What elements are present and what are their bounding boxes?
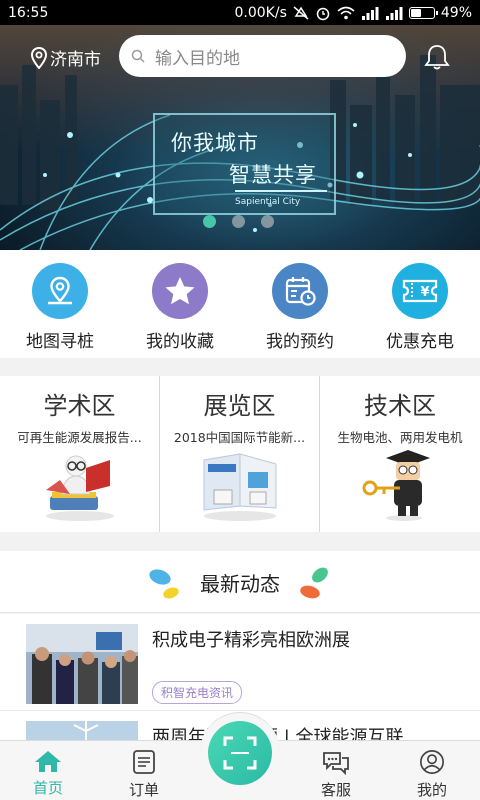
search-placeholder: 输入目的地 <box>155 48 240 69</box>
quick-action-label: 我的收藏 <box>146 332 214 352</box>
carousel-dot[interactable] <box>203 215 216 228</box>
nav-customer-service[interactable]: 客服 <box>288 741 384 800</box>
nav-label: 我的 <box>416 781 447 799</box>
star-icon <box>165 277 195 305</box>
graduate-key-illustration <box>362 450 430 521</box>
banner-slogan: 你我城市 智慧共享 Sapiential City <box>153 113 336 215</box>
wifi-icon <box>337 6 355 19</box>
quick-action-reservation[interactable]: 我的预约 <box>240 250 360 358</box>
carousel-dot[interactable] <box>232 215 245 228</box>
news-title: 两周年回顾回顾 | 全球能源互联 <box>152 727 404 740</box>
nav-label: 订单 <box>128 781 159 799</box>
quick-action-label: 我的预约 <box>266 332 334 352</box>
battery-icon <box>408 6 438 19</box>
zone-cards: 学术区 可再生能源发展报告... 展览区 2018中国国际节能新... 技术区 … <box>0 376 480 532</box>
quick-action-favorites[interactable]: 我的收藏 <box>120 250 240 358</box>
zone-academic[interactable]: 学术区 可再生能源发展报告... <box>0 376 160 532</box>
search-icon <box>131 49 145 63</box>
quick-action-label: 地图寻桩 <box>26 332 94 352</box>
zone-subtitle: 2018中国国际节能新... <box>173 430 306 445</box>
slogan-line-2: 智慧共享 <box>229 163 317 187</box>
quick-action-discount-charging[interactable]: ¥ 优惠充电 <box>360 250 480 358</box>
quick-action-label: 优惠充电 <box>386 332 454 352</box>
nav-orders[interactable]: 订单 <box>96 741 192 800</box>
nav-home[interactable]: 首页 <box>0 741 96 800</box>
location-pin-icon <box>30 46 48 69</box>
nav-label: 客服 <box>320 781 351 799</box>
calendar-clock-icon <box>285 277 316 306</box>
user-icon <box>420 750 444 774</box>
news-tag[interactable]: 积智充电资讯 <box>152 681 243 704</box>
news-section-title: 最新动态 <box>200 572 280 596</box>
alarm-icon <box>316 7 330 20</box>
reading-figure-illustration <box>46 455 114 521</box>
home-icon <box>35 751 61 772</box>
banner-carousel[interactable]: 济南市 输入目的地 你我城市 智慧共享 Sapiential City <box>0 25 480 250</box>
app-root: 16:55 0.00K/s 49% 济南市 输入目的地 你我城市 智慧共享 Sa… <box>0 0 480 800</box>
signal-icon <box>361 6 379 20</box>
slogan-english: Sapiential City <box>235 197 301 207</box>
map-pin-icon <box>48 276 72 305</box>
battery-percent: 49% <box>440 4 472 21</box>
quick-actions: 地图寻桩 我的收藏 我的预约 ¥ 优惠充电 <box>0 250 480 358</box>
carousel-indicator <box>203 215 274 228</box>
quick-action-map-search[interactable]: 地图寻桩 <box>0 250 120 358</box>
exhibition-booth-illustration <box>203 453 277 521</box>
news-thumbnail <box>26 624 138 704</box>
city-name: 济南市 <box>50 50 101 70</box>
mute-icon <box>293 5 309 20</box>
scan-icon <box>223 736 257 770</box>
zone-technology[interactable]: 技术区 生物电池、两用发电机 <box>320 376 480 532</box>
nav-profile[interactable]: 我的 <box>384 741 480 800</box>
signal-icon-2 <box>385 6 403 20</box>
slogan-line-1: 你我城市 <box>171 131 259 155</box>
svg-text:¥: ¥ <box>420 285 429 300</box>
zone-subtitle: 可再生能源发展报告... <box>17 430 142 445</box>
order-icon <box>133 750 155 774</box>
nav-label: 首页 <box>32 779 63 797</box>
notification-bell-icon[interactable] <box>422 43 452 71</box>
zone-title: 学术区 <box>43 392 116 420</box>
news-thumbnail <box>26 721 138 740</box>
scan-button[interactable] <box>200 712 280 792</box>
coupon-icon: ¥ <box>402 279 438 303</box>
decorative-leaves-right <box>300 567 328 599</box>
network-speed: 0.00K/s <box>234 4 287 21</box>
search-input[interactable]: 输入目的地 <box>119 35 406 77</box>
zone-subtitle: 生物电池、两用发电机 <box>337 430 463 445</box>
carousel-dot[interactable] <box>261 215 274 228</box>
chat-icon <box>323 752 349 775</box>
news-title: 积成电子精彩亮相欧洲展 <box>152 630 350 651</box>
status-time: 16:55 <box>8 4 49 21</box>
zone-exhibition[interactable]: 展览区 2018中国国际节能新... <box>160 376 320 532</box>
zone-title: 展览区 <box>203 392 276 420</box>
city-selector[interactable]: 济南市 <box>30 45 101 70</box>
news-section-header: 最新动态 <box>0 551 480 613</box>
news-item[interactable]: 积成电子精彩亮相欧洲展 积智充电资讯 <box>0 614 480 711</box>
status-bar: 16:55 0.00K/s 49% <box>0 0 480 25</box>
zone-title: 技术区 <box>364 392 436 420</box>
